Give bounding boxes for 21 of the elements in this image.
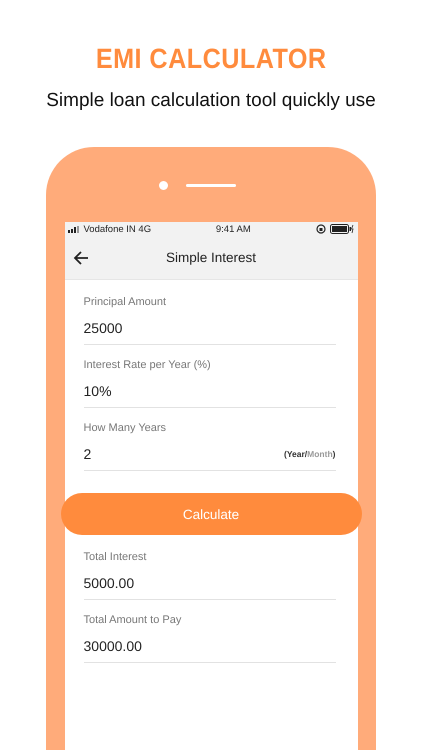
field-label: How Many Years [84,422,168,434]
lock-rotation-icon [316,224,326,234]
field-label: Principal Amount [84,296,168,308]
subtitle: Simple loan calculation tool quickly use [46,89,376,113]
speaker-icon [186,184,236,187]
carrier-label: Vodafone IN 4G [84,224,152,234]
result-label: Total Amount to Pay [84,614,182,626]
camera-icon [159,181,168,190]
unit-toggle[interactable]: (Year/Month) [284,449,336,459]
screen-title: Simple Interest [164,250,258,265]
input-field[interactable]: 2 (Year/Month) [84,440,336,471]
battery-icon [330,224,354,234]
result-field: 5000.00 [84,569,336,600]
input-field[interactable]: 10% [84,377,336,408]
clock-time: 9:41 AM [216,224,251,234]
result-label: Total Interest [84,551,148,563]
signal-icon [68,226,80,232]
input-field[interactable]: 25000 [84,314,336,345]
field-label: Interest Rate per Year (%) [84,359,212,371]
result-field: 30000.00 [84,632,336,663]
headline: EMI CALCULATOR [96,42,326,76]
